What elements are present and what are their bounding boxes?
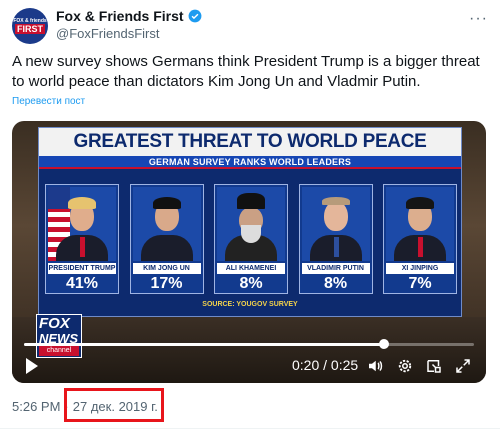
video-progress-bar[interactable] (24, 339, 474, 349)
verified-badge-icon (188, 9, 201, 23)
avatar-text-bottom: FIRST (15, 24, 45, 34)
leader-name: XI JINPING (386, 263, 454, 274)
video-headline: GREATEST THREAT TO WORLD PEACE (73, 131, 427, 152)
logo-text: FOX (39, 315, 70, 332)
leader-portrait (132, 187, 201, 261)
video-subheadline: GERMAN SURVEY RANKS WORLD LEADERS (148, 156, 352, 167)
leader-card: VLADIMIR PUTIN 8% (298, 184, 373, 294)
headline-bar: GREATEST THREAT TO WORLD PEACE (39, 128, 461, 156)
date-highlight-box (64, 388, 164, 422)
leader-percent: 7% (408, 275, 432, 292)
leader-portrait (386, 187, 454, 261)
name-row: Fox & Friends First (56, 8, 202, 24)
translate-link[interactable]: Перевести пост (12, 96, 85, 107)
leader-portrait (48, 187, 116, 261)
more-options-icon[interactable]: ··· (469, 10, 488, 28)
leader-card: KIM JONG UN 17% (129, 184, 204, 294)
leader-card: ALI KHAMENEI 8% (214, 184, 288, 294)
video-graphic: GREATEST THREAT TO WORLD PEACE GERMAN SU… (38, 127, 462, 317)
leader-percent: 8% (323, 275, 348, 292)
leader-cards: PRESIDENT TRUMP 41% KIM JONG UN 17% ALI … (45, 184, 457, 296)
video-controls: 0:20 / 0:25 (12, 353, 486, 379)
video-player[interactable]: GREATEST THREAT TO WORLD PEACE GERMAN SU… (12, 121, 486, 383)
leader-percent: 8% (239, 275, 263, 292)
subheadline-bar: GERMAN SURVEY RANKS WORLD LEADERS (39, 156, 461, 169)
leader-name: VLADIMIR PUTIN (301, 263, 370, 274)
progress-fill (24, 343, 384, 346)
leader-name: ALI KHAMENEI (217, 263, 285, 274)
fox-news-logo: FOX NEWS channel (36, 314, 82, 358)
video-source: SOURCE: YOUGOV SURVEY (202, 301, 298, 308)
leader-name: PRESIDENT TRUMP (48, 263, 116, 274)
leader-portrait (217, 187, 285, 261)
user-handle[interactable]: @FoxFriendsFirst (56, 26, 160, 41)
play-icon[interactable] (26, 358, 38, 374)
fullscreen-icon[interactable] (454, 357, 472, 375)
leader-percent: 17% (150, 275, 183, 292)
leader-card: PRESIDENT TRUMP 41% (45, 184, 119, 294)
settings-gear-icon[interactable] (396, 357, 414, 375)
avatar[interactable]: FOX & friends FIRST (12, 8, 48, 44)
display-name[interactable]: Fox & Friends First (56, 8, 184, 24)
leader-portrait (301, 187, 370, 261)
leader-percent: 41% (65, 275, 99, 292)
volume-icon[interactable] (366, 357, 384, 375)
leader-card: XI JINPING 7% (383, 184, 457, 294)
video-time: 0:20 / 0:25 (292, 357, 359, 373)
tweet-header: FOX & friends FIRST Fox & Friends First … (12, 6, 488, 46)
picture-in-picture-icon[interactable] (425, 357, 443, 375)
progress-handle[interactable] (379, 339, 389, 349)
tweet-text: A new survey shows Germans think Preside… (12, 53, 480, 90)
leader-name: KIM JONG UN (132, 263, 201, 274)
timestamp-time: 5:26 PM (12, 399, 61, 414)
